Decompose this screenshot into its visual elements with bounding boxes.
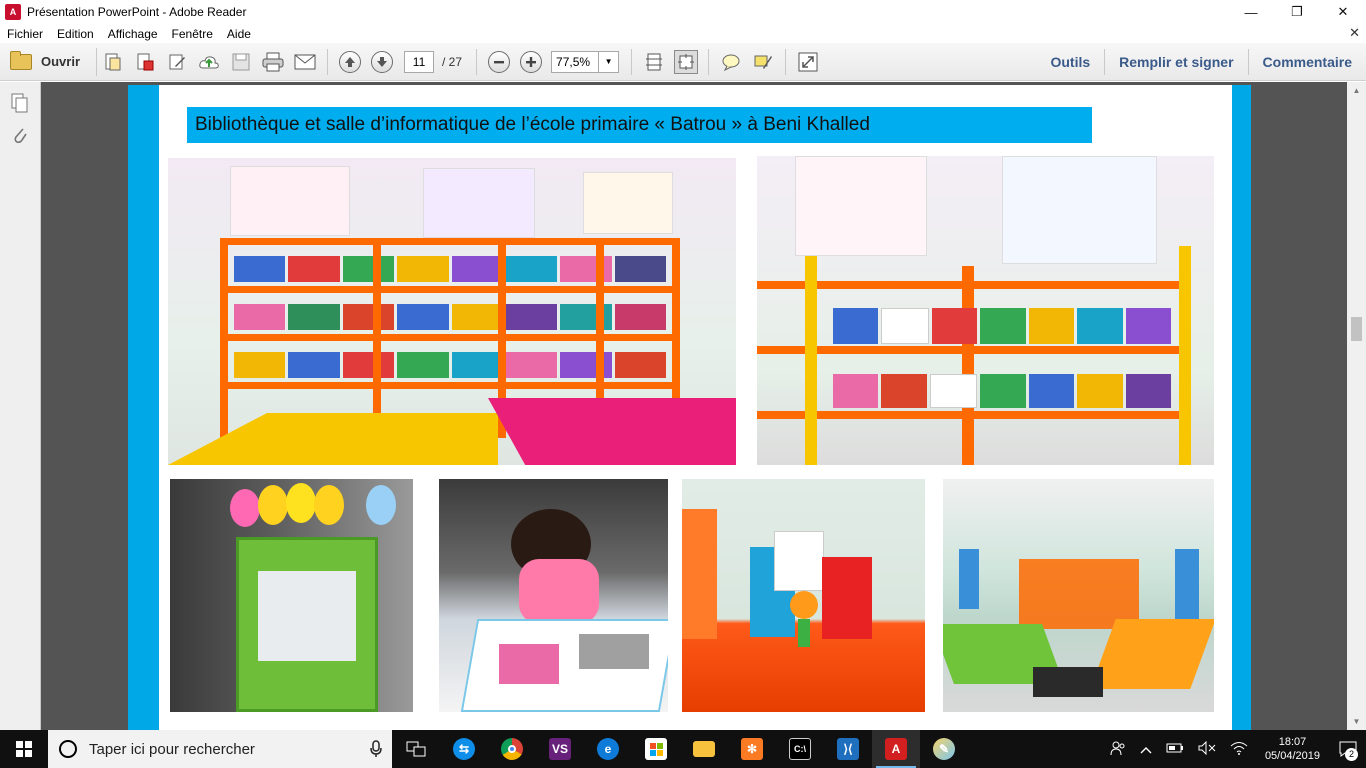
highlight-icon[interactable] bbox=[751, 50, 775, 74]
start-button[interactable] bbox=[0, 730, 48, 768]
action-center-button[interactable]: 2 bbox=[1330, 730, 1366, 768]
microphone-icon[interactable] bbox=[370, 740, 382, 762]
store-icon[interactable] bbox=[632, 730, 680, 768]
zoom-dropdown-icon[interactable]: ▼ bbox=[599, 50, 620, 73]
open-button[interactable]: Ouvrir bbox=[10, 47, 98, 76]
print-icon[interactable] bbox=[261, 50, 285, 74]
menu-aide[interactable]: Aide bbox=[220, 27, 258, 41]
volume-muted-icon[interactable] bbox=[1198, 740, 1216, 758]
cloud-upload-icon[interactable] bbox=[197, 50, 221, 74]
adobe-reader-icon[interactable]: A bbox=[872, 730, 920, 768]
toolbar-separator bbox=[785, 48, 787, 75]
navigation-pane bbox=[0, 82, 41, 730]
windows-icon bbox=[16, 741, 32, 757]
paint-icon[interactable]: ✎ bbox=[920, 730, 968, 768]
menu-affichage[interactable]: Affichage bbox=[101, 27, 165, 41]
pdf-page: Bibliothèque et salle d’informatique de … bbox=[128, 85, 1251, 730]
slide-heading: Bibliothèque et salle d’informatique de … bbox=[187, 107, 1092, 143]
library-photo-1 bbox=[168, 158, 736, 465]
teamviewer-icon[interactable]: ⇆ bbox=[440, 730, 488, 768]
scroll-down-icon[interactable]: ▼ bbox=[1347, 713, 1366, 730]
terminal-icon[interactable]: C:\ bbox=[776, 730, 824, 768]
folder-icon bbox=[10, 50, 32, 70]
edit-pdf-icon[interactable] bbox=[165, 50, 189, 74]
toolbar-separator bbox=[476, 48, 478, 75]
window-title: Présentation PowerPoint - Adobe Reader bbox=[27, 5, 247, 19]
scroll-thumb[interactable] bbox=[1351, 317, 1362, 341]
taskbar-clock[interactable]: 18:07 05/04/2019 bbox=[1265, 735, 1320, 763]
create-pdf-icon[interactable] bbox=[101, 50, 125, 74]
cortana-icon bbox=[59, 740, 77, 758]
people-icon[interactable] bbox=[1110, 740, 1126, 759]
title-bar: A Présentation PowerPoint - Adobe Reader… bbox=[0, 0, 1366, 24]
fill-sign-button[interactable]: Remplir et signer bbox=[1104, 49, 1247, 75]
menu-bar: Fichier Edition Affichage Fenêtre Aide ✕ bbox=[0, 24, 1366, 43]
chevron-up-icon[interactable] bbox=[1140, 742, 1152, 757]
notification-badge: 2 bbox=[1345, 748, 1358, 761]
menu-fenetre[interactable]: Fenêtre bbox=[165, 27, 220, 41]
combine-pdf-icon[interactable] bbox=[133, 50, 157, 74]
close-document-button[interactable]: ✕ bbox=[1349, 25, 1360, 41]
attachments-icon[interactable] bbox=[9, 124, 31, 146]
menu-edition[interactable]: Edition bbox=[50, 27, 101, 41]
scroll-mode-icon[interactable] bbox=[642, 50, 666, 74]
page-total: / 27 bbox=[442, 54, 463, 69]
library-photo-2 bbox=[757, 156, 1214, 465]
toolbar-separator bbox=[631, 48, 633, 75]
taskbar: Taper ici pour rechercher ⇆ VS e ✻ C:\ ⟩… bbox=[0, 730, 1366, 768]
comment-button[interactable]: Commentaire bbox=[1247, 49, 1366, 75]
child-reading-photo bbox=[439, 479, 668, 712]
pdf-icon: A bbox=[5, 4, 21, 20]
zoom-out-icon[interactable] bbox=[488, 50, 511, 73]
taskbar-apps: ⇆ VS e ✻ C:\ ⟩⟨ A ✎ bbox=[392, 730, 968, 768]
fit-page-icon[interactable] bbox=[674, 49, 699, 74]
toolbar: Ouvrir 11 / 27 77,5% ▼ Outils Remplir et… bbox=[0, 43, 1366, 81]
wifi-icon[interactable] bbox=[1230, 741, 1248, 758]
chrome-icon[interactable] bbox=[488, 730, 536, 768]
zoom-level-input[interactable]: 77,5% bbox=[551, 50, 600, 73]
search-placeholder: Taper ici pour rechercher bbox=[89, 740, 255, 758]
previous-page-icon[interactable] bbox=[339, 50, 362, 73]
comment-icon[interactable] bbox=[719, 50, 743, 74]
document-view[interactable]: Bibliothèque et salle d’informatique de … bbox=[41, 82, 1347, 730]
taskbar-search[interactable]: Taper ici pour rechercher bbox=[48, 730, 392, 768]
fullscreen-icon[interactable] bbox=[796, 50, 820, 74]
scroll-up-icon[interactable]: ▲ bbox=[1347, 82, 1366, 99]
system-tray: 18:07 05/04/2019 2 bbox=[1103, 730, 1366, 768]
restore-button[interactable]: ❐ bbox=[1274, 0, 1320, 24]
toolbar-separator bbox=[327, 48, 329, 75]
toolbar-separator bbox=[708, 48, 710, 75]
xampp-icon[interactable]: ✻ bbox=[728, 730, 776, 768]
page-content: Bibliothèque et salle d’informatique de … bbox=[159, 85, 1232, 730]
minimize-button[interactable]: — bbox=[1228, 0, 1274, 24]
toolbar-right-panel: Outils Remplir et signer Commentaire bbox=[1036, 43, 1366, 81]
next-page-icon[interactable] bbox=[371, 50, 394, 73]
computer-room-photo bbox=[943, 479, 1214, 712]
edge-icon[interactable]: e bbox=[584, 730, 632, 768]
clock-time: 18:07 bbox=[1278, 736, 1307, 748]
visual-studio-icon[interactable]: VS bbox=[536, 730, 584, 768]
open-label: Ouvrir bbox=[41, 54, 81, 69]
task-view-icon[interactable] bbox=[392, 730, 440, 768]
tools-button[interactable]: Outils bbox=[1036, 49, 1104, 75]
vscode-icon[interactable]: ⟩⟨ bbox=[824, 730, 872, 768]
battery-icon[interactable] bbox=[1166, 742, 1184, 757]
window-controls: — ❐ ✕ bbox=[1228, 0, 1366, 24]
zoom-in-icon[interactable] bbox=[520, 50, 543, 73]
close-button[interactable]: ✕ bbox=[1320, 0, 1366, 24]
page-thumbnails-icon[interactable] bbox=[9, 92, 31, 114]
file-explorer-icon[interactable] bbox=[680, 730, 728, 768]
page-number-input[interactable]: 11 bbox=[404, 50, 435, 73]
email-icon[interactable] bbox=[293, 50, 317, 74]
save-icon[interactable] bbox=[229, 50, 253, 74]
vertical-scrollbar[interactable]: ▲ ▼ bbox=[1347, 82, 1366, 730]
clock-date: 05/04/2019 bbox=[1264, 750, 1320, 762]
theatre-photo bbox=[170, 479, 413, 712]
books-flower-photo bbox=[682, 479, 925, 712]
menu-fichier[interactable]: Fichier bbox=[0, 27, 50, 41]
